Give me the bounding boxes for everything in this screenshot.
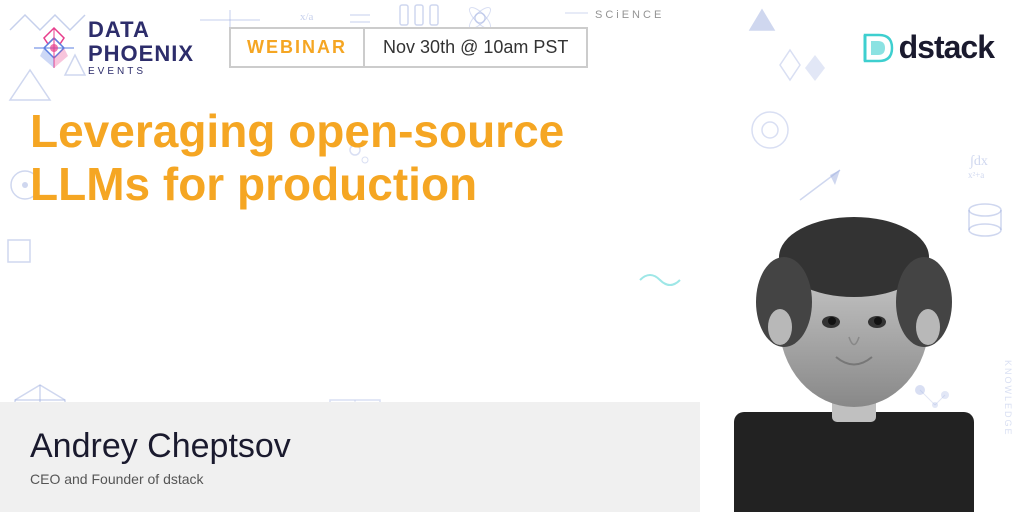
logo-area: DATA PHOENIX EVENTS xyxy=(30,18,194,77)
logo-phoenix-text: PHOENIX xyxy=(88,42,194,66)
title-line2: LLMs for production xyxy=(30,158,477,210)
speaker-photo xyxy=(684,112,1024,512)
dstack-logo-wrapper: dstack xyxy=(857,27,994,69)
webinar-label: WEBINAR xyxy=(247,37,347,58)
date-badge: Nov 30th @ 10am PST xyxy=(365,29,586,66)
header: DATA PHOENIX EVENTS WEBINAR Nov 30th @ 1… xyxy=(0,0,1024,95)
speaker-name: Andrey Cheptsov xyxy=(30,427,670,466)
main-container: x/a SCiENCE ∫dx x²+a KNOWLEDGE xyxy=(0,0,1024,512)
data-phoenix-icon xyxy=(30,24,78,72)
logo-data-text: DATA xyxy=(88,18,194,42)
bottom-section: Andrey Cheptsov CEO and Founder of dstac… xyxy=(0,402,700,512)
speaker-title: CEO and Founder of dstack xyxy=(30,471,670,487)
webinar-badge: WEBINAR xyxy=(231,29,365,66)
dstack-icon xyxy=(857,27,899,69)
date-text: Nov 30th @ 10am PST xyxy=(383,37,568,58)
main-title: Leveraging open-source LLMs for producti… xyxy=(30,105,650,211)
logo-text: DATA PHOENIX EVENTS xyxy=(88,18,194,77)
logo-events-text: EVENTS xyxy=(88,66,194,77)
webinar-date-group: WEBINAR Nov 30th @ 10am PST xyxy=(229,27,588,68)
title-line1: Leveraging open-source xyxy=(30,105,564,157)
dstack-name: dstack xyxy=(899,29,994,66)
